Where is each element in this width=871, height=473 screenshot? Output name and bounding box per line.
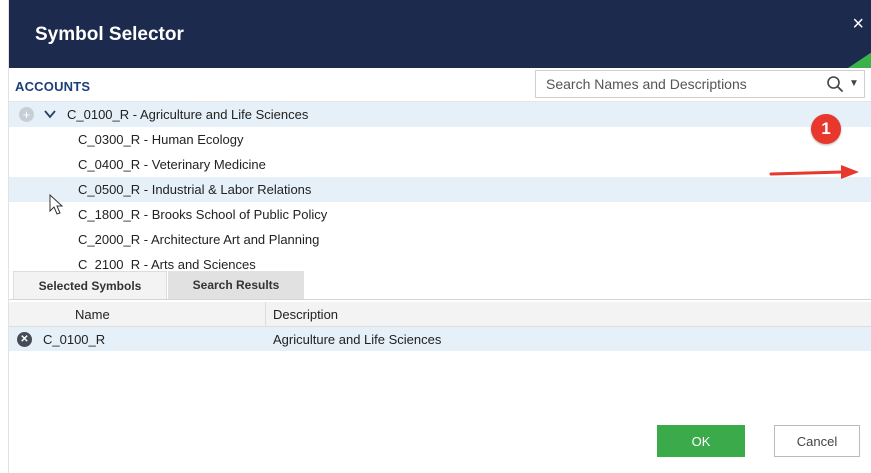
annotation-badge: 1	[811, 114, 841, 144]
grid-header: Name Description	[9, 302, 871, 327]
tree-row[interactable]: C_1800_R - Brooks School of Public Polic…	[9, 202, 871, 227]
cancel-button[interactable]: Cancel	[774, 425, 860, 457]
add-icon[interactable]: +	[19, 107, 34, 122]
close-icon[interactable]: ×	[852, 14, 864, 34]
tree-row-label: C_0500_R - Industrial & Labor Relations	[78, 182, 312, 197]
search-input[interactable]	[546, 75, 796, 93]
arrow-right-icon	[769, 165, 859, 179]
chevron-down-icon[interactable]	[43, 107, 57, 121]
tree-row[interactable]: C_0400_R - Veterinary Medicine	[9, 152, 871, 177]
search-box[interactable]: ▼	[535, 70, 865, 98]
symbol-tabs: Selected Symbols Search Results	[9, 271, 871, 300]
dialog-titlebar: Symbol Selector ×	[9, 0, 871, 68]
column-header-name[interactable]: Name	[75, 307, 110, 322]
accounts-label: ACCOUNTS	[15, 79, 91, 94]
row-description: Agriculture and Life Sciences	[273, 332, 442, 347]
caret-down-icon[interactable]: ▼	[849, 78, 859, 89]
dialog-title: Symbol Selector	[35, 24, 184, 45]
tree-row-label: C_0400_R - Veterinary Medicine	[78, 157, 266, 172]
column-header-description[interactable]: Description	[273, 307, 338, 322]
symbol-selector-dialog: Symbol Selector × ACCOUNTS ▼ + C_0100_R …	[8, 0, 871, 473]
tab-search-results[interactable]: Search Results	[168, 271, 304, 299]
tab-selected-symbols[interactable]: Selected Symbols	[13, 271, 167, 299]
tree-row-label: C_0300_R - Human Ecology	[78, 132, 244, 147]
tree-row[interactable]: C_2100_R - Arts and Sciences	[9, 252, 871, 270]
search-icon[interactable]	[826, 75, 844, 93]
tree-row-label: C_1800_R - Brooks School of Public Polic…	[78, 207, 328, 222]
tree-row[interactable]: C_0500_R - Industrial & Labor Relations	[9, 177, 871, 202]
tree-row[interactable]: C_0300_R - Human Ecology	[9, 127, 871, 152]
tree-row-label: C_2000_R - Architecture Art and Planning	[78, 232, 320, 247]
mouse-cursor-icon	[49, 194, 64, 215]
corner-accent	[848, 52, 871, 68]
tree-row[interactable]: C_2000_R - Architecture Art and Planning	[9, 227, 871, 252]
tree-row[interactable]: + C_0100_R - Agriculture and Life Scienc…	[9, 102, 871, 127]
tree-row-label: C_0100_R - Agriculture and Life Sciences	[67, 107, 309, 122]
column-divider	[265, 302, 266, 326]
tree-row-label: C_2100_R - Arts and Sciences	[78, 257, 256, 270]
accounts-tree: + C_0100_R - Agriculture and Life Scienc…	[9, 101, 871, 270]
table-row[interactable]: ✕ C_0100_R Agriculture and Life Sciences	[9, 327, 871, 351]
row-name: C_0100_R	[43, 332, 106, 347]
ok-button[interactable]: OK	[657, 425, 745, 457]
remove-icon[interactable]: ✕	[17, 332, 32, 347]
